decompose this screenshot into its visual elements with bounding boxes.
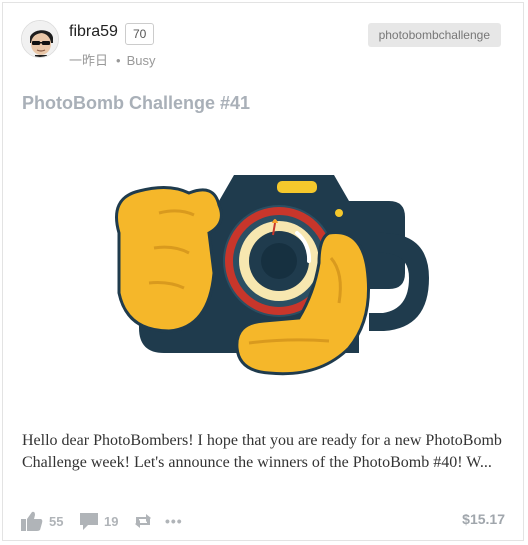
- cover-image[interactable]: [99, 153, 439, 383]
- more-button[interactable]: •••: [165, 508, 183, 534]
- separator-dot: •: [116, 53, 121, 68]
- vote-count: 55: [49, 513, 64, 529]
- post-time[interactable]: 一昨日: [69, 53, 108, 68]
- camera-illustration: [115, 175, 429, 376]
- post-title[interactable]: PhotoBomb Challenge #41: [22, 93, 250, 114]
- post-excerpt[interactable]: Hello dear PhotoBombers! I hope that you…: [22, 430, 512, 474]
- thumbs-up-icon: [21, 511, 43, 531]
- tag-badge[interactable]: photobombchallenge: [367, 23, 501, 47]
- resteem-button[interactable]: [133, 508, 153, 534]
- post-card[interactable]: fibra59 70 一昨日 • Busy photobombchallenge P…: [2, 2, 524, 541]
- payout-amount[interactable]: $15.17: [462, 511, 505, 527]
- upvote-button[interactable]: 55: [21, 508, 63, 534]
- author-name[interactable]: fibra59: [69, 23, 118, 41]
- post-footer: 55 19 ••• $15.17: [21, 508, 505, 534]
- post-meta: 一昨日 • Busy: [69, 50, 155, 69]
- avatar-image: [22, 21, 58, 57]
- author-status: Busy: [126, 53, 156, 68]
- comments-button[interactable]: 19: [79, 508, 118, 534]
- comment-icon: [79, 512, 99, 530]
- resteem-icon: [133, 512, 153, 530]
- reputation-badge: 70: [125, 23, 155, 45]
- avatar[interactable]: [21, 20, 59, 58]
- more-icon: •••: [165, 513, 183, 529]
- comment-count: 19: [104, 513, 119, 529]
